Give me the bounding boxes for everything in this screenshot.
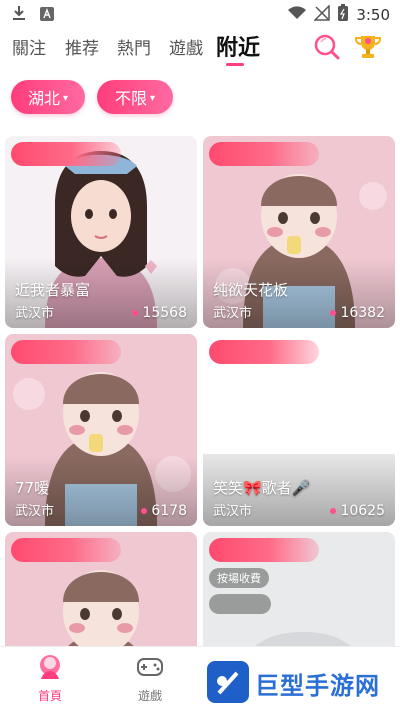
active-tab-indicator: [226, 63, 244, 66]
user-card[interactable]: 纯欲天花板 武汉市 16382: [203, 136, 395, 328]
placeholder-badge: [209, 594, 271, 614]
card-popularity: 15568: [132, 305, 187, 321]
tab-games[interactable]: 遊戲: [169, 34, 203, 59]
watermark-text: 巨型手游网: [255, 672, 380, 700]
region-filter-label: 湖北: [27, 89, 60, 108]
nav-games-label: 遊戲: [137, 689, 162, 703]
search-icon[interactable]: [312, 32, 342, 62]
card-tag-bar: [209, 538, 319, 562]
user-card[interactable]: 77嗳 武汉市 6178: [5, 334, 197, 526]
user-card[interactable]: 近我者暴富 武汉市 15568: [5, 136, 197, 328]
wifi-icon: [288, 5, 307, 24]
status-time: 3:50: [356, 5, 390, 24]
heat-dot-icon: [132, 310, 139, 316]
tab-nearby[interactable]: 附近: [216, 30, 260, 62]
home-icon: [35, 655, 65, 685]
app-notification-icon: [40, 6, 54, 25]
range-filter-label: 不限: [114, 89, 147, 108]
user-card[interactable]: 笑笑🎀歌者🎤 武汉市 10625: [203, 334, 395, 526]
chevron-down-icon: ▾: [62, 92, 69, 104]
card-count: 10625: [340, 503, 385, 519]
download-icon: [12, 5, 26, 25]
card-tag-bar: [11, 340, 121, 364]
nav-home-label: 首頁: [37, 689, 62, 703]
card-title: 纯欲天花板: [213, 281, 289, 299]
card-city: 武汉市: [15, 504, 55, 519]
card-count: 15568: [142, 305, 187, 321]
watermark: 巨型手游网: [205, 655, 400, 712]
nav-games[interactable]: 遊戲: [120, 653, 180, 704]
gamepad-icon: [135, 658, 165, 685]
heat-dot-icon: [330, 508, 337, 514]
card-count: 6178: [151, 503, 187, 519]
card-city: 武汉市: [213, 504, 253, 519]
card-tag-bar: [209, 142, 319, 166]
card-count: 16382: [340, 305, 385, 321]
card-title: 笑笑🎀歌者🎤: [213, 479, 311, 497]
chevron-down-icon: ▾: [149, 92, 156, 104]
card-city: 武汉市: [213, 306, 253, 321]
card-title: 近我者暴富: [15, 281, 91, 299]
watermark-logo-icon: [205, 659, 251, 709]
nav-home[interactable]: 首頁: [20, 653, 80, 704]
tab-recommend[interactable]: 推荐: [65, 34, 99, 59]
card-tag-bar: [11, 538, 121, 562]
card-popularity: 6178: [141, 503, 187, 519]
trophy-icon[interactable]: [353, 32, 383, 62]
card-title: 77嗳: [15, 479, 50, 497]
card-popularity: 10625: [330, 503, 385, 519]
fee-badge: 按場收費: [209, 568, 269, 588]
status-bar: 3:50: [0, 0, 400, 28]
top-nav: 關注 推荐 熱門 遊戲 附近: [0, 28, 400, 72]
heat-dot-icon: [141, 508, 148, 514]
tab-follow[interactable]: 關注: [12, 34, 46, 59]
card-popularity: 16382: [330, 305, 385, 321]
no-signal-icon: [313, 3, 331, 25]
card-tag-bar: [11, 142, 121, 166]
card-city: 武汉市: [15, 306, 55, 321]
heat-dot-icon: [330, 310, 337, 316]
card-tag-bar: [209, 340, 319, 364]
tab-hot[interactable]: 熱門: [117, 34, 151, 59]
range-filter[interactable]: 不限 ▾: [97, 80, 173, 114]
battery-icon: [338, 4, 349, 25]
region-filter[interactable]: 湖北 ▾: [11, 80, 85, 114]
